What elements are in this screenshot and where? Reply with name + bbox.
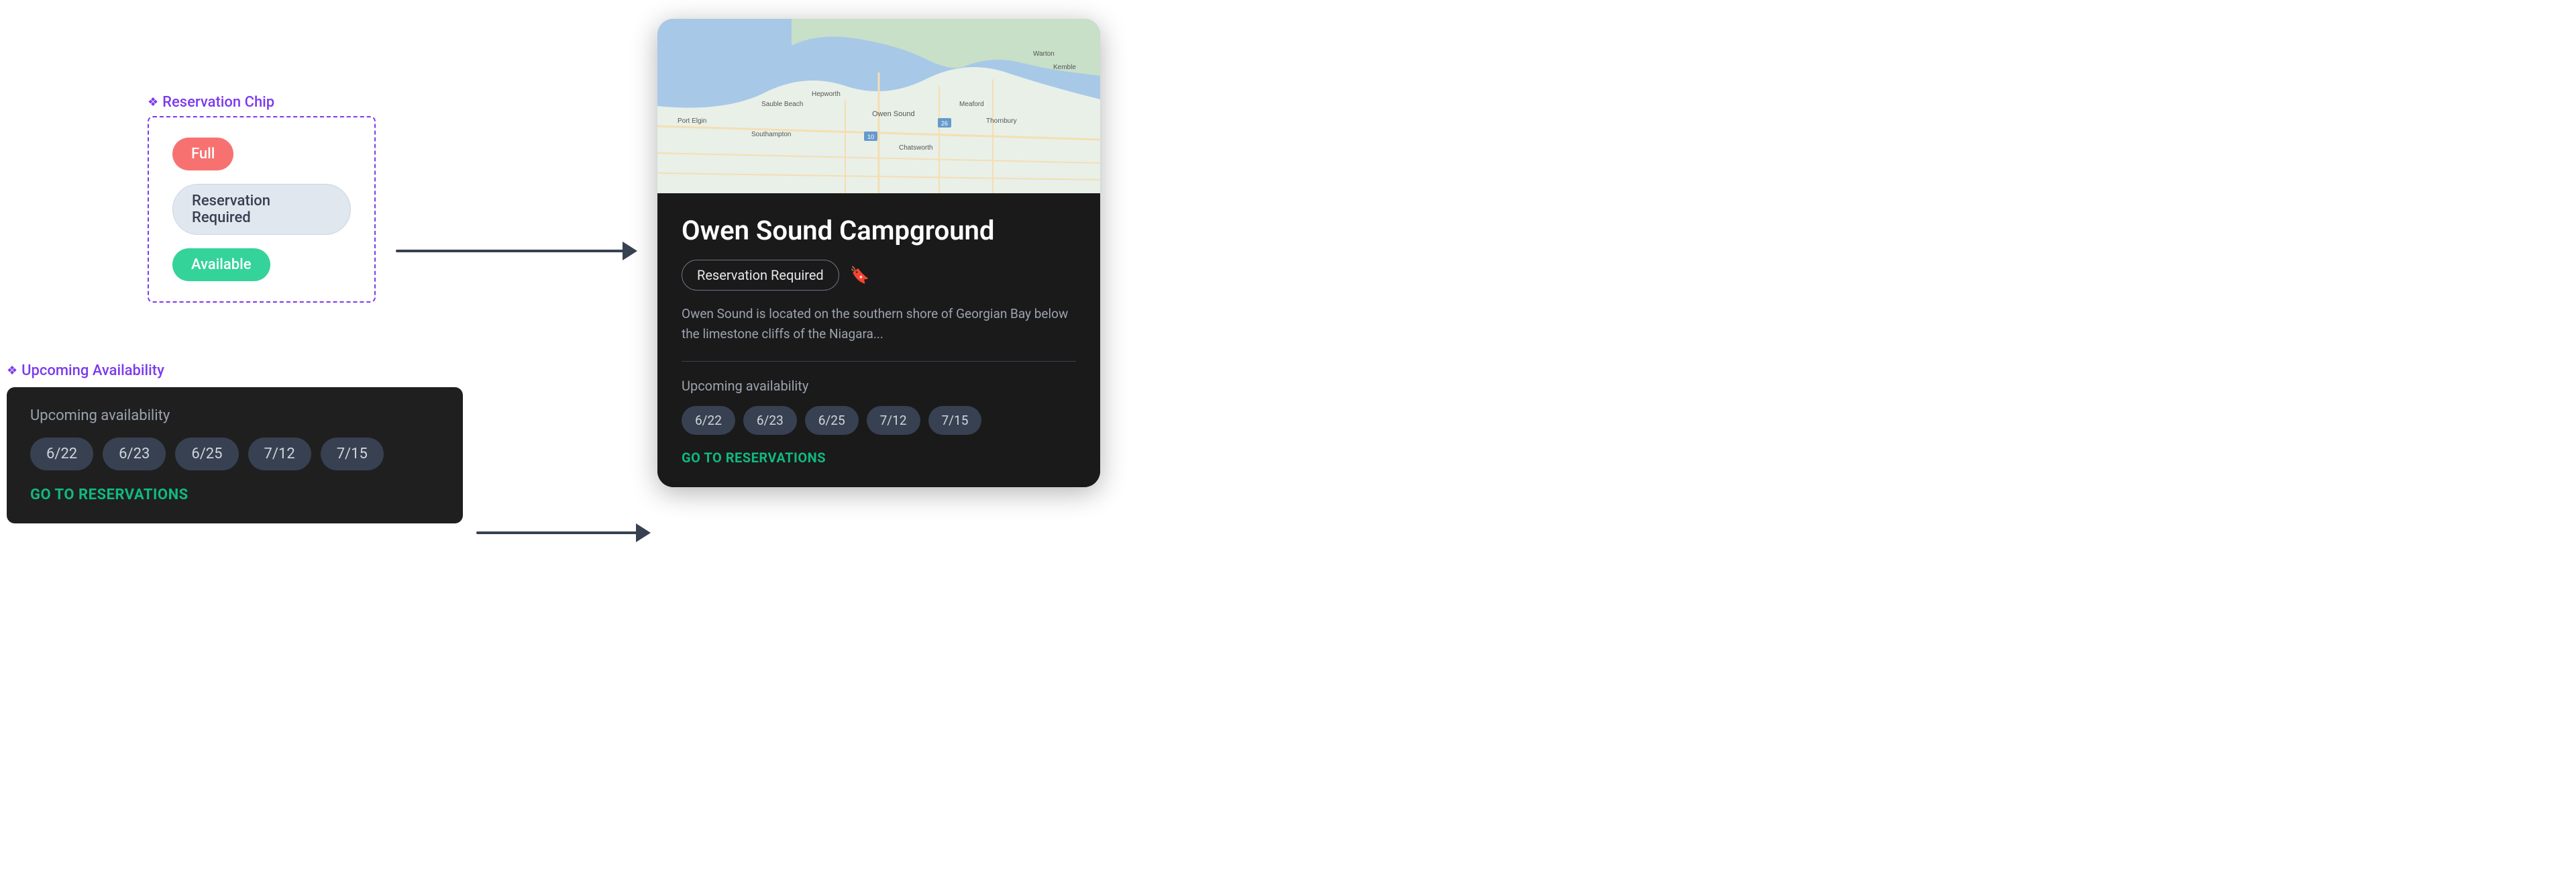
date-chips-row-right: 6/22 6/23 6/25 7/12 7/15: [682, 406, 1076, 435]
chip-full: Full: [172, 138, 233, 170]
go-to-reservations-right[interactable]: GO TO RESERVATIONS: [682, 450, 1076, 466]
upcoming-card-title: Upcoming availability: [30, 407, 439, 424]
card-date-chip-1[interactable]: 6/23: [743, 406, 797, 435]
date-chip-0[interactable]: 6/22: [30, 438, 93, 470]
card-content: Owen Sound Campground Reservation Requir…: [657, 193, 1100, 487]
chip-available: Available: [172, 248, 270, 281]
svg-text:Chatsworth: Chatsworth: [899, 144, 933, 152]
divider: [682, 361, 1076, 362]
date-chips-row: 6/22 6/23 6/25 7/12 7/15: [30, 438, 439, 470]
campground-name: Owen Sound Campground: [682, 215, 1076, 246]
card-chip-reservation-required[interactable]: Reservation Required: [682, 260, 839, 291]
upcoming-title-right: Upcoming availability: [682, 378, 1076, 394]
svg-text:10: 10: [867, 134, 874, 140]
map-svg: Owen Sound Southampton Port Elgin Sauble…: [657, 19, 1100, 193]
date-chip-2[interactable]: 6/25: [175, 438, 238, 470]
svg-text:Owen Sound: Owen Sound: [872, 110, 915, 118]
svg-text:Warton: Warton: [1033, 50, 1055, 58]
svg-text:Hepworth: Hepworth: [812, 91, 841, 98]
card-date-chip-3[interactable]: 7/12: [867, 406, 920, 435]
reservation-chip-label: Reservation Chip: [148, 94, 376, 111]
upcoming-availability-section: Upcoming Availability Upcoming availabil…: [7, 362, 463, 523]
description: Owen Sound is located on the southern sh…: [682, 304, 1076, 345]
svg-text:Port Elgin: Port Elgin: [678, 117, 706, 125]
date-chip-4[interactable]: 7/15: [321, 438, 384, 470]
card-date-chip-2[interactable]: 6/25: [805, 406, 859, 435]
svg-text:Kemble: Kemble: [1053, 64, 1076, 71]
date-chip-3[interactable]: 7/12: [248, 438, 311, 470]
chip-reservation-required: Reservation Required: [172, 184, 351, 235]
card-chip-row: Reservation Required 🔖: [682, 260, 1076, 291]
bookmark-icon[interactable]: 🔖: [850, 266, 870, 285]
arrow-2: [476, 523, 651, 542]
arrow-1: [396, 242, 637, 260]
svg-text:26: 26: [941, 120, 948, 127]
svg-text:Thornbury: Thornbury: [986, 117, 1017, 125]
date-chip-1[interactable]: 6/23: [103, 438, 166, 470]
upcoming-card: Upcoming availability 6/22 6/23 6/25 7/1…: [7, 387, 463, 523]
chip-container: Full Reservation Required Available: [148, 116, 376, 303]
card-date-chip-4[interactable]: 7/15: [928, 406, 982, 435]
reservation-chip-section: Reservation Chip Full Reservation Requir…: [148, 94, 376, 303]
reservation-card: ❖ Reservation Card Owen Sound Southampto…: [657, 19, 1100, 487]
go-to-reservations-left[interactable]: GO TO RESERVATIONS: [30, 486, 439, 503]
map-section: Owen Sound Southampton Port Elgin Sauble…: [657, 19, 1100, 193]
svg-text:Meaford: Meaford: [959, 101, 984, 108]
card-date-chip-0[interactable]: 6/22: [682, 406, 735, 435]
svg-text:Southampton: Southampton: [751, 131, 792, 138]
upcoming-label: Upcoming Availability: [7, 362, 463, 379]
svg-text:Sauble Beach: Sauble Beach: [761, 101, 803, 108]
